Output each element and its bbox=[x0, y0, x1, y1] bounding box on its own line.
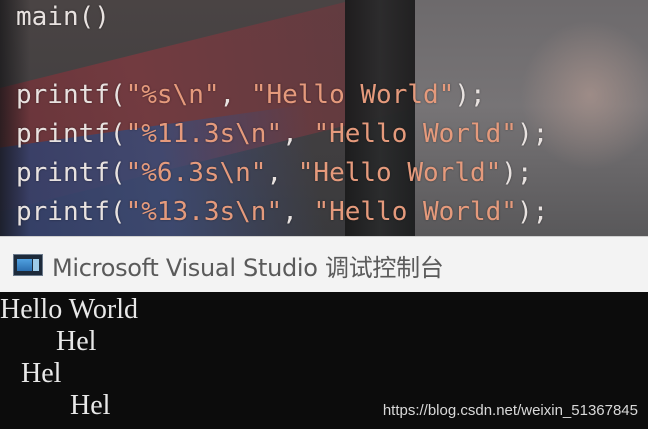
code-token: main() bbox=[16, 2, 110, 32]
code-token: , bbox=[219, 80, 251, 110]
string-literal: "%s\n" bbox=[125, 80, 220, 110]
console-title-bar[interactable]: Microsoft Visual Studio 调试控制台 bbox=[0, 236, 648, 293]
code-token: , bbox=[282, 119, 314, 149]
code-line: printf("%13.3s\n", "Hello World"); bbox=[16, 197, 548, 227]
screenshot: main() printf("%s\n", "Hello World"); prin… bbox=[0, 0, 648, 429]
code-token: , bbox=[282, 197, 314, 227]
console-app-icon bbox=[13, 254, 43, 276]
code-line: main() bbox=[16, 2, 110, 32]
string-literal: "Hello World" bbox=[250, 80, 455, 110]
code-editor-pane: main() printf("%s\n", "Hello World"); prin… bbox=[0, 0, 648, 236]
console-output[interactable]: Hel Hel Hel Hello World https://blog.csdn… bbox=[0, 292, 648, 429]
code-token: printf( bbox=[16, 80, 126, 110]
code-token: ); bbox=[454, 80, 486, 110]
code-token: printf( bbox=[16, 119, 126, 149]
string-literal: "%13.3s\n" bbox=[125, 197, 283, 227]
code-line: printf("%s\n", "Hello World"); bbox=[16, 80, 486, 110]
string-literal: "Hello World" bbox=[313, 197, 517, 227]
code-token: ); bbox=[516, 119, 549, 149]
string-literal: "Hello World" bbox=[297, 158, 502, 188]
window-title: Microsoft Visual Studio 调试控制台 bbox=[52, 253, 444, 282]
string-literal: "%6.3s\n" bbox=[125, 158, 267, 188]
code-token: printf( bbox=[16, 158, 126, 188]
code-line: printf("%6.3s\n", "Hello World"); bbox=[16, 158, 533, 188]
console-output-line: Hel bbox=[0, 326, 97, 357]
code-token: , bbox=[266, 158, 298, 188]
console-output-line: Hel bbox=[0, 358, 62, 389]
code-line: printf("%11.3s\n", "Hello World"); bbox=[16, 119, 548, 149]
string-literal: "%11.3s\n" bbox=[125, 119, 283, 149]
string-literal: "Hello World" bbox=[313, 119, 517, 149]
code-token: ); bbox=[516, 197, 549, 227]
console-output-line: Hello World bbox=[0, 294, 138, 325]
code-token: printf( bbox=[16, 197, 126, 227]
console-output-line: Hel bbox=[0, 390, 111, 421]
code-token: ); bbox=[501, 158, 533, 188]
watermark-url: https://blog.csdn.net/weixin_51367845 bbox=[382, 402, 638, 419]
